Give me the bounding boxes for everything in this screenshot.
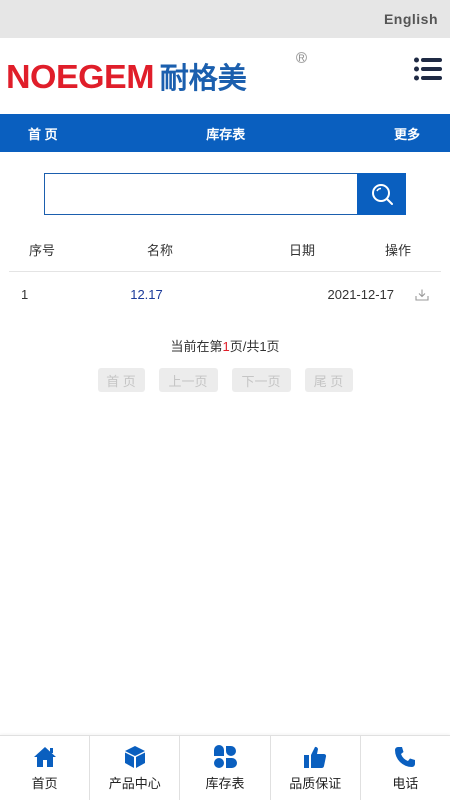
thumbs-up-icon [302,744,328,770]
logo-cjk-text: 耐格美 [159,61,247,95]
download-button[interactable] [415,289,429,301]
search-icon [371,184,393,205]
pager-buttons: 首 页 上一页 下一页 尾 页 [0,368,450,392]
row-date: 2021-12-17 [327,287,395,302]
grid-icon [212,744,238,770]
home-icon [32,744,58,770]
pager-current-page: 1 [222,339,230,354]
language-link[interactable]: English [384,11,438,27]
last-page-button[interactable]: 尾 页 [304,368,353,392]
download-icon [415,289,429,301]
main-nav: 首 页 库存表 更多 [0,114,450,152]
row-no: 1 [21,287,29,302]
header: NOEGEM 耐格美 R [0,38,450,114]
menu-button[interactable] [414,56,442,82]
phone-icon [392,744,418,770]
cube-icon [122,744,148,770]
top-bar: English [0,0,450,38]
inventory-table: 序号 名称 日期 操作 1 12.17 2021-12-17 [9,227,441,317]
menu-icon [414,57,442,81]
bottom-nav-home[interactable]: 首页 [0,736,91,800]
pager-status: 当前在第1页/共1页 [170,339,280,354]
brand-logo[interactable]: NOEGEM 耐格美 [6,60,247,93]
registered-mark: R [296,52,307,63]
bottom-nav-quality[interactable]: 品质保证 [271,736,361,800]
bottom-nav-products[interactable]: 产品中心 [90,736,181,800]
search-bar [44,173,406,215]
col-header-date: 日期 [289,242,316,258]
nav-item-inventory[interactable]: 库存表 [206,124,245,143]
bottom-nav: 首页 产品中心 库存表 品质保证 电话 [0,735,450,800]
prev-page-button[interactable]: 上一页 [158,368,218,392]
row-name-link[interactable]: 12.17 [130,287,163,302]
search-button[interactable] [357,173,406,215]
col-header-name: 名称 [147,242,174,258]
table-header: 序号 名称 日期 操作 [9,227,441,272]
bottom-nav-phone[interactable]: 电话 [361,736,450,800]
nav-item-more[interactable]: 更多 [394,124,420,143]
col-header-action: 操作 [384,242,411,258]
col-header-no: 序号 [29,242,56,258]
search-input[interactable] [44,173,357,215]
page: English NOEGEM 耐格美 R 首 页 库存表 更多 序号 名称 日期… [0,0,450,800]
nav-item-home[interactable]: 首 页 [28,124,58,143]
next-page-button[interactable]: 下一页 [231,368,291,392]
table-row: 1 12.17 2021-12-17 [9,272,441,317]
first-page-button[interactable]: 首 页 [97,368,145,392]
logo-latin-text: NOEGEM [6,58,155,95]
bottom-nav-inventory[interactable]: 库存表 [180,736,271,800]
